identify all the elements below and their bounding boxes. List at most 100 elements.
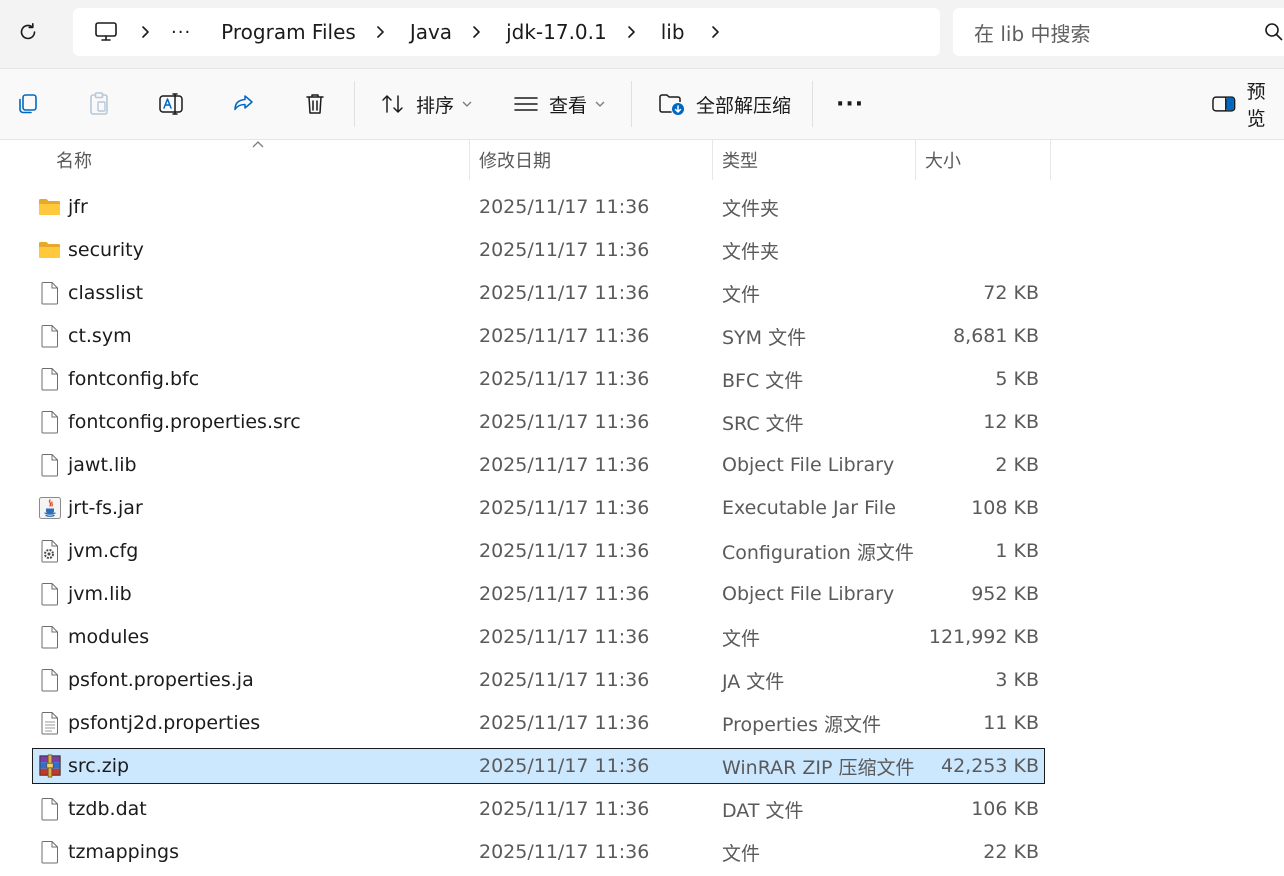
- file-date: 2025/11/17 11:36: [479, 583, 650, 605]
- file-name: fontconfig.bfc: [68, 368, 200, 390]
- file-type: WinRAR ZIP 压缩文件: [722, 756, 915, 779]
- rename-button[interactable]: [154, 87, 188, 121]
- extract-all-label: 全部解压缩: [696, 94, 792, 117]
- file-type: SRC 文件: [722, 412, 804, 435]
- file-row[interactable]: security 2025/11/17 11:36 文件夹: [32, 232, 1045, 268]
- file-row[interactable]: modules 2025/11/17 11:36 文件 121,992 KB: [32, 619, 1045, 655]
- file-name: jawt.lib: [68, 454, 137, 476]
- file-row[interactable]: ct.sym 2025/11/17 11:36 SYM 文件 8,681 KB: [32, 318, 1045, 354]
- file-name: src.zip: [68, 755, 130, 777]
- file-icon: [38, 620, 62, 654]
- file-date: 2025/11/17 11:36: [479, 669, 650, 691]
- file-row[interactable]: jvm.cfg 2025/11/17 11:36 Configuration 源文件…: [32, 533, 1045, 569]
- copy-icon: [19, 94, 37, 114]
- file-name: classlist: [68, 282, 144, 304]
- file-size: 2 KB: [995, 454, 1039, 476]
- file-row[interactable]: classlist 2025/11/17 11:36 文件 72 KB: [32, 275, 1045, 311]
- file-row[interactable]: tzmappings 2025/11/17 11:36 文件 22 KB: [32, 834, 1045, 870]
- file-type: 文件夹: [722, 197, 780, 220]
- crumb-program-files[interactable]: Program Files: [211, 20, 366, 44]
- chevron-right-icon[interactable]: [131, 25, 159, 39]
- file-list: 名称 修改日期 类型 大小 jfr 2025/11/17 11:36 文件夹 sec…: [0, 140, 1284, 876]
- column-header-name[interactable]: 名称: [56, 140, 466, 180]
- file-name: security: [68, 239, 144, 261]
- toolbar-divider: [812, 81, 813, 127]
- file-date: 2025/11/17 11:36: [479, 368, 650, 390]
- file-row[interactable]: fontconfig.bfc 2025/11/17 11:36 BFC 文件 5 KB: [32, 361, 1045, 397]
- file-type: Properties 源文件: [722, 713, 882, 736]
- config-file-icon: [38, 534, 62, 568]
- file-size: 72 KB: [983, 282, 1039, 304]
- this-pc-button[interactable]: [89, 15, 123, 49]
- file-row[interactable]: src.zip 2025/11/17 11:36 WinRAR ZIP 压缩文件 42…: [32, 748, 1045, 784]
- file-row[interactable]: tzdb.dat 2025/11/17 11:36 DAT 文件 106 KB: [32, 791, 1045, 827]
- file-row[interactable]: psfontj2d.properties 2025/11/17 11:36 Prop…: [32, 705, 1045, 741]
- breadcrumb[interactable]: ··· Program Files Java jdk-17.0.1 lib: [73, 8, 940, 56]
- column-header-date[interactable]: 修改日期: [479, 140, 709, 180]
- file-row[interactable]: jvm.lib 2025/11/17 11:36 Object File Libra…: [32, 576, 1045, 612]
- column-header-type[interactable]: 类型: [722, 140, 912, 180]
- column-divider[interactable]: [712, 140, 713, 180]
- file-name: tzdb.dat: [68, 798, 147, 820]
- file-icon: [38, 448, 62, 482]
- toolbar-divider: [631, 81, 632, 127]
- sort-button[interactable]: 排序: [380, 87, 472, 121]
- file-date: 2025/11/17 11:36: [479, 798, 650, 820]
- file-row[interactable]: jawt.lib 2025/11/17 11:36 Object File Libr…: [32, 447, 1045, 483]
- see-more-button[interactable]: ···: [836, 87, 864, 121]
- file-date: 2025/11/17 11:36: [479, 540, 650, 562]
- rename-icon: [159, 93, 183, 115]
- folder-icon: [38, 233, 62, 267]
- file-row[interactable]: jrt-fs.jar 2025/11/17 11:36 Executable Jar…: [32, 490, 1045, 526]
- refresh-button[interactable]: [12, 16, 44, 48]
- column-divider[interactable]: [469, 140, 470, 180]
- file-size: 108 KB: [971, 497, 1039, 519]
- file-row[interactable]: psfont.properties.ja 2025/11/17 11:36 JA 文…: [32, 662, 1045, 698]
- file-size: 8,681 KB: [953, 325, 1039, 347]
- file-date: 2025/11/17 11:36: [479, 497, 650, 519]
- file-type: BFC 文件: [722, 369, 804, 392]
- file-size: 5 KB: [995, 368, 1039, 390]
- chevron-right-icon[interactable]: [617, 25, 645, 39]
- file-row[interactable]: jfr 2025/11/17 11:36 文件夹: [32, 189, 1045, 225]
- preview-pane-button[interactable]: 预览: [1211, 81, 1284, 130]
- preview-pane-icon: [1212, 96, 1236, 112]
- column-header-size[interactable]: 大小: [925, 140, 1045, 180]
- file-date: 2025/11/17 11:36: [479, 239, 650, 261]
- chevron-right-icon[interactable]: [462, 25, 490, 39]
- file-name: fontconfig.properties.src: [68, 411, 301, 433]
- extract-all-button[interactable]: 全部解压缩: [658, 87, 791, 121]
- file-type: Object File Library: [722, 454, 895, 476]
- file-icon: [38, 792, 62, 826]
- column-divider[interactable]: [1050, 140, 1051, 180]
- file-size: 12 KB: [983, 411, 1039, 433]
- file-size: [913, 190, 1039, 224]
- file-size: 106 KB: [971, 798, 1039, 820]
- preview-label: 预览: [1246, 81, 1266, 130]
- paste-button[interactable]: [82, 87, 116, 121]
- file-type: JA 文件: [722, 670, 785, 693]
- file-type: SYM 文件: [722, 326, 807, 349]
- file-size: 952 KB: [971, 583, 1039, 605]
- crumb-lib[interactable]: lib: [651, 20, 695, 44]
- chevron-right-icon[interactable]: [701, 25, 729, 39]
- column-divider[interactable]: [915, 140, 916, 180]
- crumb-java[interactable]: Java: [400, 20, 462, 44]
- chevron-right-icon[interactable]: [366, 25, 394, 39]
- file-type: Executable Jar File: [722, 497, 896, 519]
- crumb-jdk[interactable]: jdk-17.0.1: [496, 20, 617, 44]
- view-button[interactable]: 查看: [513, 87, 605, 121]
- file-type: 文件夹: [722, 240, 780, 263]
- delete-button[interactable]: [298, 87, 332, 121]
- breadcrumb-overflow-button[interactable]: ···: [163, 22, 199, 43]
- view-label: 查看: [549, 94, 588, 117]
- copy-button[interactable]: [10, 87, 44, 121]
- file-type: Configuration 源文件: [722, 541, 914, 564]
- file-date: 2025/11/17 11:36: [479, 626, 650, 648]
- file-name: psfont.properties.ja: [68, 669, 254, 691]
- file-type: Object File Library: [722, 583, 895, 605]
- file-name: jfr: [68, 196, 88, 218]
- share-button[interactable]: [226, 87, 260, 121]
- search-input[interactable]: 在 lib 中搜索: [953, 8, 1284, 56]
- file-row[interactable]: fontconfig.properties.src 2025/11/17 11:3…: [32, 404, 1045, 440]
